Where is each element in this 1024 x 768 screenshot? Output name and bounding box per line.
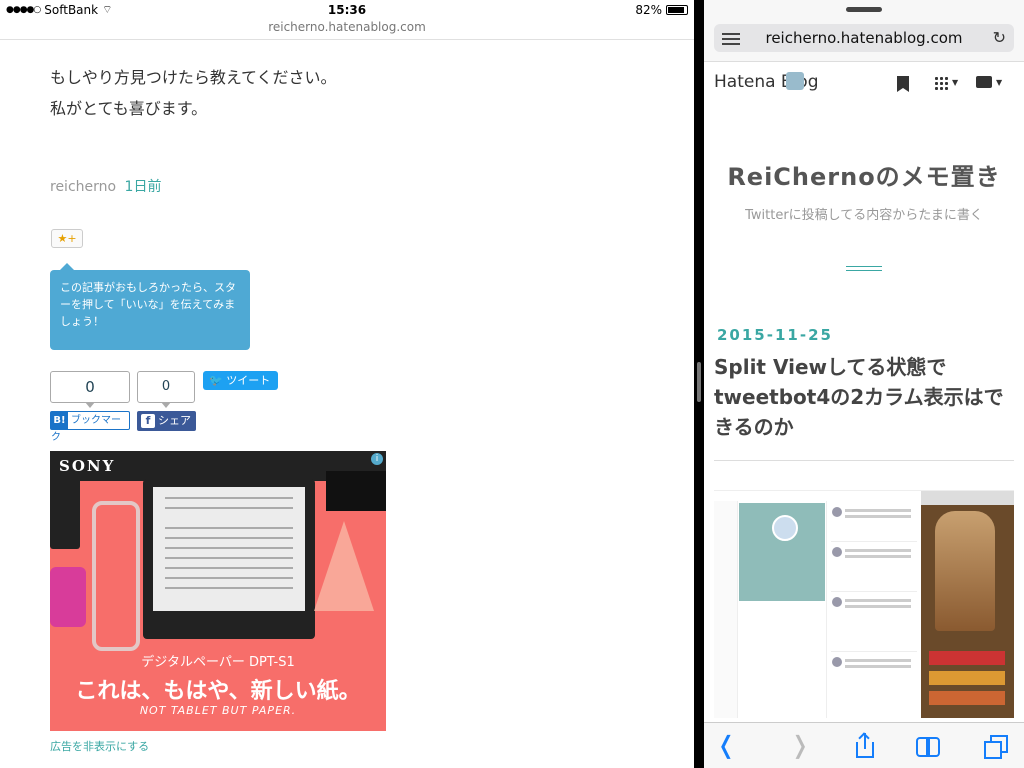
protractor-image xyxy=(314,521,374,611)
safari-header: reicherno.hatenablog.com ↻ xyxy=(704,0,1024,62)
bookmark-icon[interactable] xyxy=(897,76,909,92)
tabs-icon[interactable] xyxy=(984,733,1010,759)
glasses-image xyxy=(92,501,140,651)
address-text[interactable]: reicherno.hatenablog.com xyxy=(714,29,1014,47)
share-icon[interactable] xyxy=(852,732,878,759)
forward-icon[interactable]: ❭ xyxy=(790,733,816,759)
post-time-link[interactable]: 1日前 xyxy=(125,179,162,195)
clock: 15:36 xyxy=(327,3,367,17)
status-bar: ●●●●○ SoftBank ⌔ 15:36 82% xyxy=(0,0,694,20)
user-avatar[interactable] xyxy=(786,72,804,90)
blog-title[interactable]: ReiChernoのメモ置き xyxy=(704,157,1024,192)
ad-headline: これは、もはや、新しい紙。 xyxy=(75,679,361,704)
pink-case-image xyxy=(50,567,86,627)
body-line: 私がとても喜びます。 xyxy=(50,99,208,118)
author-line: reicherno 1日前 xyxy=(50,176,161,196)
facebook-share-count[interactable]: 0 xyxy=(137,371,195,408)
hatena-blog-bar: Hatena Blog ▼ ▼ xyxy=(704,66,1024,102)
digital-paper-image xyxy=(143,479,315,639)
post-date[interactable]: 2015-11-25 xyxy=(717,326,833,344)
add-star-button[interactable]: ★+ xyxy=(51,229,83,248)
ad-info-icon[interactable]: i xyxy=(371,453,383,465)
post-title[interactable]: Split Viewしてる状態でtweetbot4の2カラム表示はできるのか xyxy=(714,352,1014,442)
twitter-bird-icon: 🐦 xyxy=(209,374,223,387)
grid-menu-icon[interactable] xyxy=(934,76,948,90)
battery-icon xyxy=(666,5,688,15)
tweet-label: ツイート xyxy=(226,374,271,387)
bookmarks-icon[interactable] xyxy=(916,733,942,759)
split-view-handle[interactable] xyxy=(697,362,701,402)
back-icon[interactable]: ❬ xyxy=(716,733,742,759)
tweet-button[interactable]: 🐦 ツイート xyxy=(203,371,278,390)
chevron-down-icon: ▼ xyxy=(996,78,1003,87)
comment-icon[interactable] xyxy=(976,76,992,88)
body-line: もしやり方見つけたら教えてください。 xyxy=(50,68,337,87)
right-safari-pane: reicherno.hatenablog.com ↻ Hatena Blog ▼… xyxy=(704,0,1024,768)
pane-grabber[interactable] xyxy=(846,7,882,12)
hide-ad-link[interactable]: 広告を非表示にする xyxy=(50,738,149,754)
article-screenshot-image xyxy=(714,490,1014,718)
notebook-image xyxy=(326,471,386,511)
sony-advertisement[interactable]: SONY i デジタルペーパー DPT-S1 これは、もはや、新しい紙。 NOT… xyxy=(50,451,386,731)
star-tooltip: この記事がおもしろかったら、スターを押して「いいな」を伝えてみましょう！ xyxy=(50,263,250,350)
reload-icon[interactable]: ↻ xyxy=(993,28,1006,47)
post-separator xyxy=(714,460,1014,461)
battery-percent: 82% xyxy=(635,3,662,17)
author-name[interactable]: reicherno xyxy=(50,179,116,195)
ad-product-name: デジタルペーパー DPT-S1 xyxy=(141,655,295,670)
ad-tagline: NOT TABLET BUT PAPER. xyxy=(139,704,297,717)
hatena-bookmark-count[interactable]: 0 xyxy=(50,371,130,408)
facebook-icon: f xyxy=(141,414,155,428)
article-body: もしやり方見つけたら教えてください。 私がとても喜びます。 xyxy=(50,62,337,124)
calculator-image xyxy=(50,471,80,549)
address-bar[interactable]: reicherno.hatenablog.com ↻ xyxy=(714,24,1014,52)
minimized-url[interactable]: reicherno.hatenablog.com xyxy=(0,20,694,40)
hatena-bookmark-button[interactable]: B! ブックマーク xyxy=(50,411,130,443)
safari-toolbar: ❬ ❭ xyxy=(704,722,1024,768)
blog-description: Twitterに投稿してる内容からたまに書く xyxy=(745,208,983,223)
facebook-share-button[interactable]: f シェア xyxy=(137,411,196,431)
left-safari-pane: ●●●●○ SoftBank ⌔ 15:36 82% reicherno.hat… xyxy=(0,0,694,768)
hatena-b-icon: B! xyxy=(51,412,68,429)
split-view-screen: ●●●●○ SoftBank ⌔ 15:36 82% reicherno.hat… xyxy=(0,0,1024,768)
chevron-down-icon: ▼ xyxy=(952,78,959,87)
share-label: シェア xyxy=(158,414,191,427)
divider-ornament xyxy=(846,266,882,271)
